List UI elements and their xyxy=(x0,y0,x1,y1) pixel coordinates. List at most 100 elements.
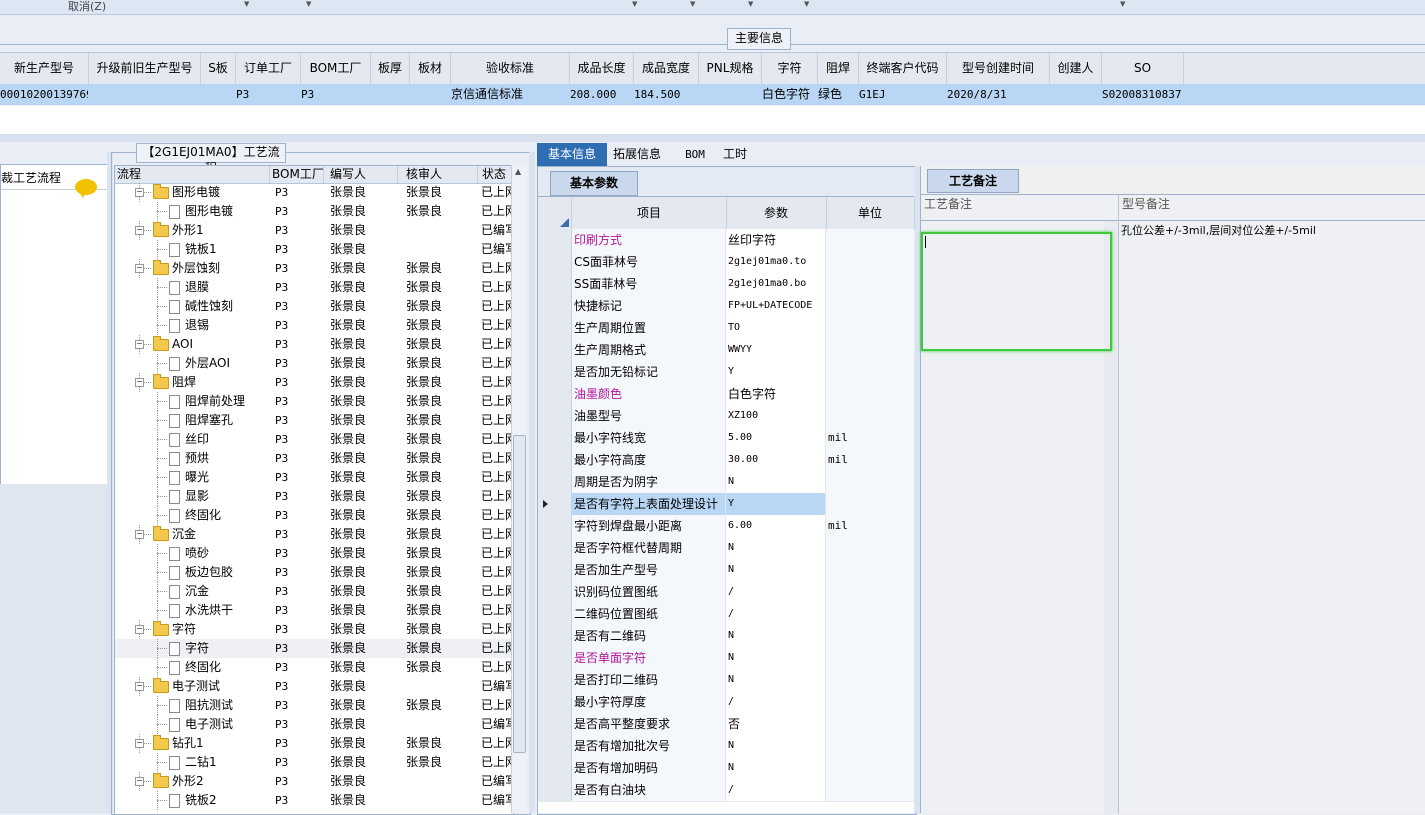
column-header[interactable]: BOM工厂 xyxy=(270,166,324,183)
row-indicator[interactable] xyxy=(538,251,572,273)
collapse-icon[interactable]: − xyxy=(135,340,144,349)
collapse-icon[interactable]: − xyxy=(135,530,144,539)
column-header[interactable]: 单位 xyxy=(826,197,915,229)
param-row[interactable]: 最小字符高度 30.00 mil xyxy=(538,449,914,472)
collapse-icon[interactable]: − xyxy=(135,625,144,634)
process-row[interactable]: 丝印 P3 张景良 张景良 已上网 xyxy=(115,430,513,449)
process-row[interactable]: 阻抗测试 P3 张景良 张景良 已上网 xyxy=(115,696,513,715)
column-header[interactable]: 创建人 xyxy=(1050,53,1102,84)
process-row[interactable]: − 外形2 P3 张景良 已编写 xyxy=(115,772,513,791)
param-value[interactable]: / xyxy=(726,691,826,713)
param-row[interactable]: 是否加生产型号 N xyxy=(538,559,914,582)
param-row[interactable]: 最小字符线宽 5.00 mil xyxy=(538,427,914,450)
param-value[interactable]: 白色字符 xyxy=(726,383,826,405)
row-indicator[interactable] xyxy=(538,581,572,603)
column-header[interactable]: 参数 xyxy=(726,197,827,229)
param-row[interactable]: 是否单面字符 N xyxy=(538,647,914,670)
collapse-icon[interactable]: − xyxy=(135,188,144,197)
param-row[interactable]: 是否有增加批次号 N xyxy=(538,735,914,758)
column-header[interactable]: 板厚 xyxy=(371,53,410,84)
table-row[interactable]: 00010200139769 P3 P3 京信通信标准 208.000 184.… xyxy=(0,84,1425,105)
dropdown-arrow-icon[interactable]: ▼ xyxy=(632,0,637,8)
column-header[interactable]: 订单工厂 xyxy=(236,53,301,84)
row-indicator[interactable] xyxy=(538,471,572,493)
row-indicator[interactable] xyxy=(538,405,572,427)
cancel-button[interactable]: 取消(Z) xyxy=(68,0,106,14)
row-indicator[interactable] xyxy=(538,713,572,735)
param-value[interactable]: 2g1ej01ma0.to xyxy=(726,251,826,273)
process-row[interactable]: 二钻1 P3 张景良 张景良 已上网 xyxy=(115,753,513,772)
process-row[interactable]: 阻焊塞孔 P3 张景良 张景良 已上网 xyxy=(115,411,513,430)
column-header[interactable]: 验收标准 xyxy=(451,53,570,84)
column-header[interactable]: 终端客户代码 xyxy=(859,53,947,84)
process-row[interactable]: 图形电镀 P3 张景良 张景良 已上网 xyxy=(115,202,513,221)
process-row[interactable]: − 图形电镀 P3 张景良 张景良 已上网 xyxy=(115,183,513,202)
column-header[interactable]: BOM工厂 xyxy=(301,53,371,84)
param-value[interactable]: N xyxy=(726,647,826,669)
column-header[interactable]: 字符 xyxy=(762,53,818,84)
param-row[interactable]: CS面菲林号 2g1ej01ma0.to xyxy=(538,251,914,274)
process-row[interactable]: 预烘 P3 张景良 张景良 已上网 xyxy=(115,449,513,468)
param-row[interactable]: 是否有增加明码 N xyxy=(538,757,914,780)
column-header[interactable]: 阻焊 xyxy=(818,53,859,84)
process-row[interactable]: 沉金 P3 张景良 张景良 已上网 xyxy=(115,582,513,601)
param-row[interactable]: 生产周期位置 TO xyxy=(538,317,914,340)
param-value[interactable]: Y xyxy=(726,493,826,515)
param-row[interactable]: 最小字符厚度 / xyxy=(538,691,914,714)
param-value[interactable]: XZ100 xyxy=(726,405,826,427)
row-indicator[interactable] xyxy=(538,229,572,251)
process-row[interactable]: − 钻孔1 P3 张景良 张景良 已上网 xyxy=(115,734,513,753)
param-row[interactable]: 印刷方式 丝印字符 xyxy=(538,229,914,252)
row-indicator[interactable] xyxy=(538,735,572,757)
column-header[interactable]: 成品长度 xyxy=(570,53,634,84)
param-value[interactable]: 6.00 xyxy=(726,515,826,537)
process-row[interactable]: − 字符 P3 张景良 张景良 已上网 xyxy=(115,620,513,639)
comment-bubble-icon[interactable] xyxy=(75,179,97,198)
row-indicator[interactable] xyxy=(538,559,572,581)
row-indicator[interactable] xyxy=(538,273,572,295)
param-value[interactable]: N xyxy=(726,625,826,647)
param-value[interactable]: Y xyxy=(726,361,826,383)
column-header[interactable]: 新生产型号 xyxy=(0,53,89,84)
dropdown-arrow-icon[interactable]: ▼ xyxy=(244,0,249,8)
param-row[interactable]: 二维码位置图纸 / xyxy=(538,603,914,626)
collapse-icon[interactable]: − xyxy=(135,777,144,786)
process-row[interactable]: − 阻焊 P3 张景良 张景良 已上网 xyxy=(115,373,513,392)
process-row[interactable]: 喷砂 P3 张景良 张景良 已上网 xyxy=(115,544,513,563)
dropdown-arrow-icon[interactable]: ▼ xyxy=(306,0,311,8)
param-value[interactable]: N xyxy=(726,669,826,691)
row-indicator[interactable] xyxy=(538,691,572,713)
param-value[interactable]: FP+UL+DATECODE xyxy=(726,295,826,317)
param-value[interactable]: / xyxy=(726,779,826,801)
param-value[interactable]: N xyxy=(726,471,826,493)
tab-bom[interactable]: BOM xyxy=(677,143,713,166)
horizontal-splitter[interactable] xyxy=(0,134,1425,142)
column-header[interactable]: 流程 xyxy=(115,166,270,183)
row-indicator[interactable] xyxy=(538,383,572,405)
column-header[interactable]: PNL规格 xyxy=(699,53,762,84)
param-row[interactable]: 周期是否为阴字 N xyxy=(538,471,914,494)
row-indicator[interactable] xyxy=(538,647,572,669)
param-value[interactable]: 30.00 xyxy=(726,449,826,471)
tab-extended-info[interactable]: 拓展信息 xyxy=(607,143,667,166)
process-row[interactable]: − 电子测试 P3 张景良 已编写 xyxy=(115,677,513,696)
process-row[interactable]: 水洗烘干 P3 张景良 张景良 已上网 xyxy=(115,601,513,620)
column-header[interactable]: 型号创建时间 xyxy=(947,53,1050,84)
row-indicator[interactable] xyxy=(538,603,572,625)
row-indicator[interactable] xyxy=(538,537,572,559)
param-value[interactable]: 5.00 xyxy=(726,427,826,449)
tab-craft-notes[interactable]: 工艺备注 xyxy=(927,169,1019,193)
param-row[interactable]: 识别码位置图纸 / xyxy=(538,581,914,604)
row-indicator[interactable] xyxy=(538,361,572,383)
collapse-icon[interactable]: − xyxy=(135,682,144,691)
column-header[interactable]: 板材 xyxy=(410,53,451,84)
column-header[interactable]: S板 xyxy=(201,53,236,84)
dropdown-arrow-icon[interactable]: ▼ xyxy=(1120,0,1125,8)
param-row[interactable]: 是否打印二维码 N xyxy=(538,669,914,692)
collapse-icon[interactable]: − xyxy=(135,264,144,273)
process-row[interactable]: 终固化 P3 张景良 张景良 已上网 xyxy=(115,506,513,525)
row-indicator[interactable] xyxy=(538,515,572,537)
collapse-icon[interactable]: − xyxy=(135,378,144,387)
process-row[interactable]: 终固化 P3 张景良 张景良 已上网 xyxy=(115,658,513,677)
row-indicator[interactable] xyxy=(538,449,572,471)
